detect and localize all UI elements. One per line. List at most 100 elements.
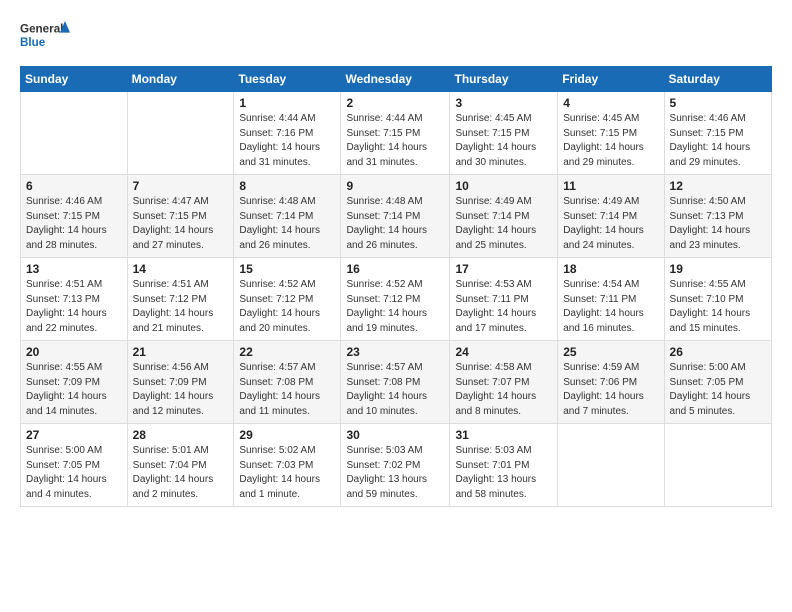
day-info: Sunrise: 4:52 AMSunset: 7:12 PMDaylight:… — [346, 278, 444, 336]
calendar-week-2: 6 Sunrise: 4:46 AMSunset: 7:15 PMDaylight… — [21, 175, 772, 258]
calendar-page: General Blue SundayMondayTuesdayWednesda… — [0, 0, 792, 612]
logo: General Blue — [20, 16, 70, 56]
calendar-week-4: 20Sunrise: 4:55 AMSunset: 7:09 PMDayligh… — [21, 341, 772, 424]
calendar-cell: 12 Sunrise: 4:50 AMSunset: 7:13 PMDayligh… — [664, 175, 771, 258]
calendar-cell: 20Sunrise: 4:55 AMSunset: 7:09 PMDayligh… — [21, 341, 128, 424]
svg-text:General: General — [20, 23, 63, 36]
day-number: 13 — [26, 262, 122, 276]
day-number: 3 — [455, 96, 552, 110]
day-number: 19 — [670, 262, 766, 276]
day-info: Sunrise: 4:56 AMSunset: 7:09 PMDaylight:… — [133, 361, 229, 419]
calendar-cell: 17Sunrise: 4:53 AMSunset: 7:11 PMDayligh… — [450, 258, 558, 341]
day-number: 27 — [26, 428, 122, 442]
calendar-cell: 8 Sunrise: 4:48 AMSunset: 7:14 PMDaylight… — [234, 175, 341, 258]
day-info: Sunrise: 4:55 AMSunset: 7:10 PMDaylight:… — [670, 278, 766, 336]
calendar-cell — [558, 424, 664, 507]
calendar-cell: 19 Sunrise: 4:55 AMSunset: 7:10 PMDayligh… — [664, 258, 771, 341]
day-info: Sunrise: 4:59 AMSunset: 7:06 PMDaylight:… — [563, 361, 658, 419]
day-info: Sunrise: 4:45 AMSunset: 7:15 PMDaylight:… — [563, 112, 658, 170]
day-number: 26 — [670, 345, 766, 359]
col-header-thursday: Thursday — [450, 67, 558, 92]
day-info: Sunrise: 4:52 AMSunset: 7:12 PMDaylight:… — [239, 278, 335, 336]
day-info: Sunrise: 4:57 AMSunset: 7:08 PMDaylight:… — [346, 361, 444, 419]
day-info: Sunrise: 4:54 AMSunset: 7:11 PMDaylight:… — [563, 278, 658, 336]
calendar-cell: 28 Sunrise: 5:01 AMSunset: 7:04 PMDayligh… — [127, 424, 234, 507]
day-number: 7 — [133, 179, 229, 193]
calendar-cell: 22 Sunrise: 4:57 AMSunset: 7:08 PMDayligh… — [234, 341, 341, 424]
day-number: 12 — [670, 179, 766, 193]
day-number: 25 — [563, 345, 658, 359]
calendar-cell — [127, 92, 234, 175]
calendar-cell: 13 Sunrise: 4:51 AMSunset: 7:13 PMDayligh… — [21, 258, 128, 341]
calendar-cell: 9 Sunrise: 4:48 AMSunset: 7:14 PMDaylight… — [341, 175, 450, 258]
day-info: Sunrise: 4:55 AMSunset: 7:09 PMDaylight:… — [26, 361, 122, 419]
day-info: Sunrise: 5:00 AMSunset: 7:05 PMDaylight:… — [26, 444, 122, 502]
calendar-cell: 14 Sunrise: 4:51 AMSunset: 7:12 PMDayligh… — [127, 258, 234, 341]
day-info: Sunrise: 4:44 AMSunset: 7:15 PMDaylight:… — [346, 112, 444, 170]
calendar-week-5: 27 Sunrise: 5:00 AMSunset: 7:05 PMDayligh… — [21, 424, 772, 507]
day-info: Sunrise: 4:47 AMSunset: 7:15 PMDaylight:… — [133, 195, 229, 253]
calendar-cell: 6 Sunrise: 4:46 AMSunset: 7:15 PMDaylight… — [21, 175, 128, 258]
day-number: 18 — [563, 262, 658, 276]
day-info: Sunrise: 4:51 AMSunset: 7:13 PMDaylight:… — [26, 278, 122, 336]
day-number: 29 — [239, 428, 335, 442]
calendar-cell: 31 Sunrise: 5:03 AMSunset: 7:01 PMDayligh… — [450, 424, 558, 507]
calendar-table: SundayMondayTuesdayWednesdayThursdayFrid… — [20, 66, 772, 507]
day-number: 30 — [346, 428, 444, 442]
day-info: Sunrise: 4:49 AMSunset: 7:14 PMDaylight:… — [455, 195, 552, 253]
day-info: Sunrise: 4:48 AMSunset: 7:14 PMDaylight:… — [239, 195, 335, 253]
col-header-saturday: Saturday — [664, 67, 771, 92]
day-number: 28 — [133, 428, 229, 442]
day-info: Sunrise: 4:50 AMSunset: 7:13 PMDaylight:… — [670, 195, 766, 253]
day-number: 22 — [239, 345, 335, 359]
day-number: 1 — [239, 96, 335, 110]
calendar-cell — [21, 92, 128, 175]
day-number: 14 — [133, 262, 229, 276]
calendar-cell: 29 Sunrise: 5:02 AMSunset: 7:03 PMDayligh… — [234, 424, 341, 507]
col-header-tuesday: Tuesday — [234, 67, 341, 92]
calendar-cell: 15 Sunrise: 4:52 AMSunset: 7:12 PMDayligh… — [234, 258, 341, 341]
day-number: 10 — [455, 179, 552, 193]
calendar-cell: 16 Sunrise: 4:52 AMSunset: 7:12 PMDayligh… — [341, 258, 450, 341]
day-info: Sunrise: 4:48 AMSunset: 7:14 PMDaylight:… — [346, 195, 444, 253]
day-number: 9 — [346, 179, 444, 193]
day-info: Sunrise: 4:45 AMSunset: 7:15 PMDaylight:… — [455, 112, 552, 170]
day-info: Sunrise: 4:57 AMSunset: 7:08 PMDaylight:… — [239, 361, 335, 419]
calendar-cell: 18 Sunrise: 4:54 AMSunset: 7:11 PMDayligh… — [558, 258, 664, 341]
calendar-cell: 21 Sunrise: 4:56 AMSunset: 7:09 PMDayligh… — [127, 341, 234, 424]
calendar-cell: 25 Sunrise: 4:59 AMSunset: 7:06 PMDayligh… — [558, 341, 664, 424]
day-info: Sunrise: 4:49 AMSunset: 7:14 PMDaylight:… — [563, 195, 658, 253]
day-number: 11 — [563, 179, 658, 193]
calendar-week-3: 13 Sunrise: 4:51 AMSunset: 7:13 PMDayligh… — [21, 258, 772, 341]
col-header-wednesday: Wednesday — [341, 67, 450, 92]
day-number: 5 — [670, 96, 766, 110]
day-info: Sunrise: 4:46 AMSunset: 7:15 PMDaylight:… — [26, 195, 122, 253]
svg-text:Blue: Blue — [20, 36, 46, 49]
calendar-cell: 1 Sunrise: 4:44 AMSunset: 7:16 PMDaylight… — [234, 92, 341, 175]
day-number: 8 — [239, 179, 335, 193]
calendar-cell: 7 Sunrise: 4:47 AMSunset: 7:15 PMDaylight… — [127, 175, 234, 258]
col-header-sunday: Sunday — [21, 67, 128, 92]
col-header-friday: Friday — [558, 67, 664, 92]
day-info: Sunrise: 4:44 AMSunset: 7:16 PMDaylight:… — [239, 112, 335, 170]
day-number: 31 — [455, 428, 552, 442]
day-info: Sunrise: 4:46 AMSunset: 7:15 PMDaylight:… — [670, 112, 766, 170]
day-info: Sunrise: 5:01 AMSunset: 7:04 PMDaylight:… — [133, 444, 229, 502]
day-number: 23 — [346, 345, 444, 359]
calendar-cell: 24Sunrise: 4:58 AMSunset: 7:07 PMDayligh… — [450, 341, 558, 424]
day-info: Sunrise: 5:00 AMSunset: 7:05 PMDaylight:… — [670, 361, 766, 419]
day-info: Sunrise: 4:58 AMSunset: 7:07 PMDaylight:… — [455, 361, 552, 419]
calendar-cell: 11 Sunrise: 4:49 AMSunset: 7:14 PMDayligh… — [558, 175, 664, 258]
calendar-cell: 26 Sunrise: 5:00 AMSunset: 7:05 PMDayligh… — [664, 341, 771, 424]
day-number: 15 — [239, 262, 335, 276]
calendar-cell — [664, 424, 771, 507]
day-number: 16 — [346, 262, 444, 276]
day-info: Sunrise: 4:51 AMSunset: 7:12 PMDaylight:… — [133, 278, 229, 336]
day-number: 6 — [26, 179, 122, 193]
day-info: Sunrise: 5:03 AMSunset: 7:02 PMDaylight:… — [346, 444, 444, 502]
day-info: Sunrise: 5:03 AMSunset: 7:01 PMDaylight:… — [455, 444, 552, 502]
day-number: 21 — [133, 345, 229, 359]
day-info: Sunrise: 5:02 AMSunset: 7:03 PMDaylight:… — [239, 444, 335, 502]
calendar-cell: 5 Sunrise: 4:46 AMSunset: 7:15 PMDaylight… — [664, 92, 771, 175]
calendar-cell: 4Sunrise: 4:45 AMSunset: 7:15 PMDaylight… — [558, 92, 664, 175]
